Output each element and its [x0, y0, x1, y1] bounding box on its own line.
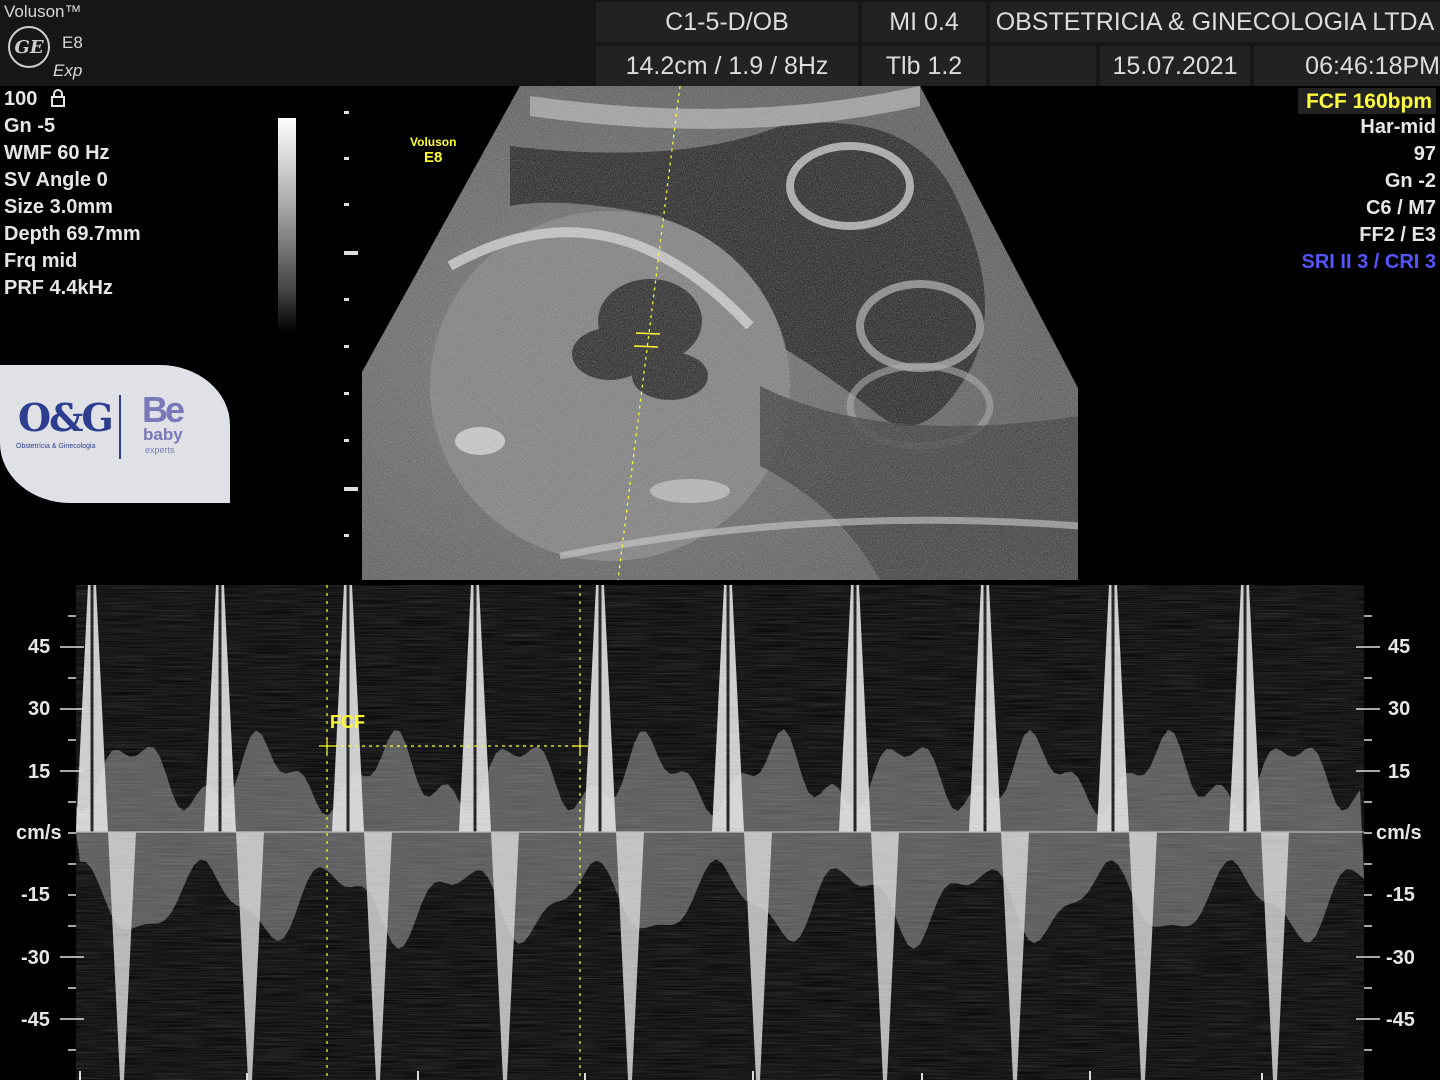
exam-date: 15.07.2021: [1100, 46, 1250, 86]
depth-scale: [344, 111, 358, 537]
scale-left-15: 15: [28, 761, 51, 783]
param-power-value: 100: [4, 88, 38, 110]
thermal-index: Tlb 1.2: [862, 46, 986, 86]
exam-time-text: 06:46:18PM: [1305, 51, 1440, 80]
bmode-watermark: Voluson E8: [410, 134, 456, 166]
scale-left-neg45: -45: [21, 1009, 50, 1031]
institution-name: OBSTETRICIA & GINECOLOGIA LTDA: [990, 2, 1440, 42]
partner-logo-line1: baby: [143, 425, 183, 444]
param-harmonic: Har-mid: [1360, 116, 1436, 138]
scale-right-15: 15: [1388, 761, 1411, 783]
scale-right-30: 30: [1388, 698, 1411, 720]
scale-right-unit: cm/s: [1376, 822, 1422, 844]
lock-icon: [50, 88, 65, 115]
scale-right-neg45: -45: [1386, 1009, 1415, 1031]
brand-subtitle: Exp: [53, 61, 83, 80]
param-depth: Depth 69.7mm: [4, 223, 141, 245]
clinic-logo-card: O&G Obstetrícia & Ginecologia Be baby ex…: [0, 365, 230, 503]
exam-time: 06:46:18PM: [1254, 46, 1440, 86]
scale-left-neg15: -15: [21, 884, 50, 906]
param-color-map: C6 / M7: [1365, 197, 1436, 219]
param-frequency: Frq mid: [4, 250, 78, 272]
clinic-logo-subtitle: Obstetrícia & Ginecologia: [16, 443, 96, 450]
probe-preset: C1-5-D/OB: [596, 2, 858, 42]
header-blank-cell: [990, 46, 1096, 86]
scale-left-45: 45: [28, 636, 51, 658]
param-sample-size: Size 3.0mm: [4, 196, 113, 218]
grayscale-bar: [278, 118, 296, 333]
b-mode-image[interactable]: [360, 86, 1080, 580]
param-power: 100: [4, 86, 65, 115]
fcf-readout: FCF 160bpm: [1297, 88, 1436, 114]
scale-right-neg15: -15: [1386, 884, 1415, 906]
scale-right-45: 45: [1388, 636, 1411, 658]
param-wall-filter: WMF 60 Hz: [4, 142, 110, 164]
brand-model: E8: [62, 33, 83, 52]
param-sv-angle: SV Angle 0: [4, 169, 108, 191]
fcf-caliper-label: FCF: [330, 712, 365, 732]
param-dynamic-range: 97: [1413, 143, 1436, 165]
partner-logo-line2: experts: [145, 445, 175, 455]
param-gain: Gn -5: [4, 115, 56, 137]
param-gain-right: Gn -2: [1384, 170, 1436, 192]
param-sri-cri: SRI II 3 / CRI 3: [1301, 251, 1436, 273]
param-frame-filter: FF2 / E3: [1359, 224, 1436, 246]
bmode-watermark-line2: E8: [424, 149, 443, 166]
param-prf: PRF 4.4kHz: [4, 277, 113, 299]
depth-info: 14.2cm / 1.9 / 8Hz: [596, 46, 858, 86]
spectral-doppler-trace[interactable]: [0, 585, 1440, 1080]
bmode-watermark-line1: Voluson: [410, 135, 457, 149]
scale-left-30: 30: [28, 698, 51, 720]
scale-right-neg30: -30: [1386, 947, 1415, 969]
ge-logo-icon: GE: [8, 26, 50, 68]
scale-left-unit: cm/s: [16, 822, 62, 844]
clinic-logo-mark: O&G: [18, 395, 114, 440]
mechanical-index: MI 0.4: [862, 2, 986, 42]
header-bar: Voluson™ GE E8 Exp C1-5-D/OB MI 0.4 OBST…: [0, 0, 1440, 86]
brand-title: Voluson™: [4, 2, 82, 21]
scale-left-neg30: -30: [21, 947, 50, 969]
logo-divider: [119, 395, 121, 459]
